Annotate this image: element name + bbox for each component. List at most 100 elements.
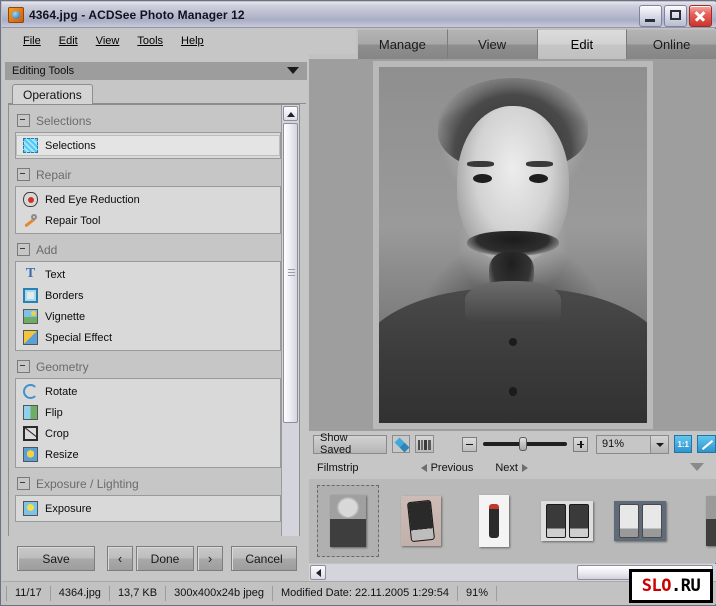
compare-arrows-icon[interactable]	[391, 435, 411, 453]
minimize-button[interactable]	[639, 5, 662, 27]
title-bar: 4364.jpg - ACDSee Photo Manager 12	[2, 2, 716, 28]
done-button[interactable]: Done	[136, 546, 194, 571]
tab-online[interactable]: Online	[627, 29, 716, 59]
scrollbar-thumb[interactable]	[283, 123, 298, 423]
watermark-badge: SLO .RU	[629, 569, 713, 603]
menu-help-label: Help	[181, 35, 204, 47]
minimize-icon	[645, 19, 655, 22]
filmstrip-previous-label: Previous	[430, 462, 474, 474]
panel-tabstrip: Operations	[8, 84, 306, 106]
tool-rotate[interactable]: Rotate	[16, 381, 280, 402]
menu-help[interactable]: Help	[172, 33, 213, 49]
menu-edit[interactable]: Edit	[50, 33, 87, 49]
tool-text[interactable]: T Text	[16, 264, 280, 285]
photo-eye-right	[529, 173, 548, 184]
scroll-up-button[interactable]	[283, 106, 298, 121]
tools-vertical-scrollbar[interactable]	[281, 105, 299, 563]
tool-crop[interactable]: Crop	[16, 423, 280, 444]
thumbnail-image	[541, 501, 593, 541]
tool-flip-label: Flip	[45, 406, 63, 419]
filmstrip-next-button[interactable]: Next	[495, 462, 528, 474]
group-repair-header[interactable]: Repair	[15, 165, 281, 184]
actual-size-button[interactable]: 1:1	[673, 435, 693, 453]
tool-repair-label: Repair Tool	[45, 214, 101, 227]
filmstrip-previous-button[interactable]: Previous	[420, 462, 474, 474]
tool-borders[interactable]: Borders	[16, 285, 280, 306]
tool-borders-label: Borders	[45, 289, 84, 302]
menu-view[interactable]: View	[87, 33, 129, 49]
editing-tools-panel: Editing Tools Operations Selections Sele…	[2, 54, 310, 582]
zoom-out-button[interactable]	[461, 436, 477, 452]
thumbnail-figure[interactable]	[463, 485, 525, 557]
zoom-in-button[interactable]	[572, 436, 588, 452]
group-geometry-header[interactable]: Geometry	[15, 357, 281, 376]
thumbnail-image	[330, 495, 366, 547]
tool-selections[interactable]: Selections	[16, 135, 280, 156]
status-filename: 4364.jpg	[51, 585, 110, 601]
tab-edit[interactable]: Edit	[537, 29, 628, 59]
collapse-minus-icon[interactable]	[17, 168, 30, 181]
zoom-slider-track[interactable]	[482, 437, 567, 451]
cancel-button[interactable]: Cancel	[231, 546, 297, 571]
group-exposure-lighting: Exposure / Lighting Exposure	[15, 474, 281, 522]
thumbnail-pda-pair-light[interactable]	[536, 485, 598, 557]
editor-action-bar: Save ‹ Done › Cancel	[3, 536, 310, 582]
group-selections: Selections Selections	[15, 111, 281, 159]
group-add-header[interactable]: Add	[15, 240, 281, 259]
collapse-minus-icon[interactable]	[17, 477, 30, 490]
scroll-left-button[interactable]	[310, 565, 326, 580]
watermark-red-text: SLO	[641, 575, 672, 596]
flip-icon	[23, 405, 38, 420]
tool-repair-tool[interactable]: Repair Tool	[16, 210, 280, 231]
thumbnail-pda-single[interactable]	[390, 485, 452, 557]
chevron-down-icon[interactable]	[649, 435, 668, 453]
window-controls	[639, 5, 712, 27]
save-button[interactable]: Save	[17, 546, 95, 571]
fit-image-button[interactable]	[697, 435, 716, 453]
borders-icon	[23, 288, 38, 303]
menu-file[interactable]: File	[14, 33, 50, 49]
tool-special-effect[interactable]: Special Effect	[16, 327, 280, 348]
tool-exposure[interactable]: Exposure	[16, 498, 280, 519]
collapse-minus-icon[interactable]	[17, 243, 30, 256]
group-exposure-header[interactable]: Exposure / Lighting	[15, 474, 281, 493]
show-saved-button[interactable]: Show Saved	[313, 432, 387, 456]
group-geometry-label: Geometry	[36, 359, 89, 374]
tool-resize[interactable]: Resize	[16, 444, 280, 465]
tool-vignette[interactable]: Vignette	[16, 306, 280, 327]
resize-icon	[23, 447, 38, 462]
menu-tools-label: Tools	[137, 35, 164, 47]
tab-operations[interactable]: Operations	[12, 84, 93, 106]
collapse-caret-icon[interactable]	[690, 463, 704, 471]
photo-button-lower	[508, 387, 518, 396]
close-button[interactable]	[689, 5, 712, 27]
image-toolbar: Show Saved 91% 1:1	[309, 431, 716, 457]
tab-view[interactable]: View	[447, 29, 538, 59]
tool-flip[interactable]: Flip	[16, 402, 280, 423]
tool-red-eye-reduction[interactable]: Red Eye Reduction	[16, 189, 280, 210]
thumbnail-portrait[interactable]	[317, 485, 379, 557]
device-right	[641, 504, 662, 538]
filmstrip-strip[interactable]	[309, 479, 716, 563]
collapse-minus-icon[interactable]	[17, 360, 30, 373]
editing-tools-header[interactable]: Editing Tools	[5, 62, 307, 80]
menu-tools[interactable]: Tools	[128, 33, 172, 49]
status-dimensions: 300x400x24b jpeg	[166, 585, 273, 601]
thumbnail-pda-pair-blue[interactable]	[609, 485, 671, 557]
tab-manage[interactable]: Manage	[358, 29, 448, 59]
histogram-icon[interactable]	[415, 435, 434, 453]
maximize-button[interactable]	[664, 5, 687, 27]
collapse-minus-icon[interactable]	[17, 114, 30, 127]
vignette-icon	[23, 309, 38, 324]
group-selections-header[interactable]: Selections	[15, 111, 281, 130]
previous-image-button[interactable]: ‹	[107, 546, 133, 571]
thumbnail-partial[interactable]	[682, 485, 716, 557]
zoom-slider-thumb[interactable]	[518, 437, 527, 451]
status-position: 11/17	[6, 585, 51, 601]
status-filesize: 13,7 KB	[110, 585, 167, 601]
chevron-down-icon[interactable]	[287, 67, 299, 74]
image-preview-area[interactable]	[309, 59, 716, 431]
next-image-button[interactable]: ›	[197, 546, 223, 571]
watermark-black-text: .RU	[671, 575, 701, 596]
zoom-level-combobox[interactable]: 91%	[595, 434, 669, 454]
